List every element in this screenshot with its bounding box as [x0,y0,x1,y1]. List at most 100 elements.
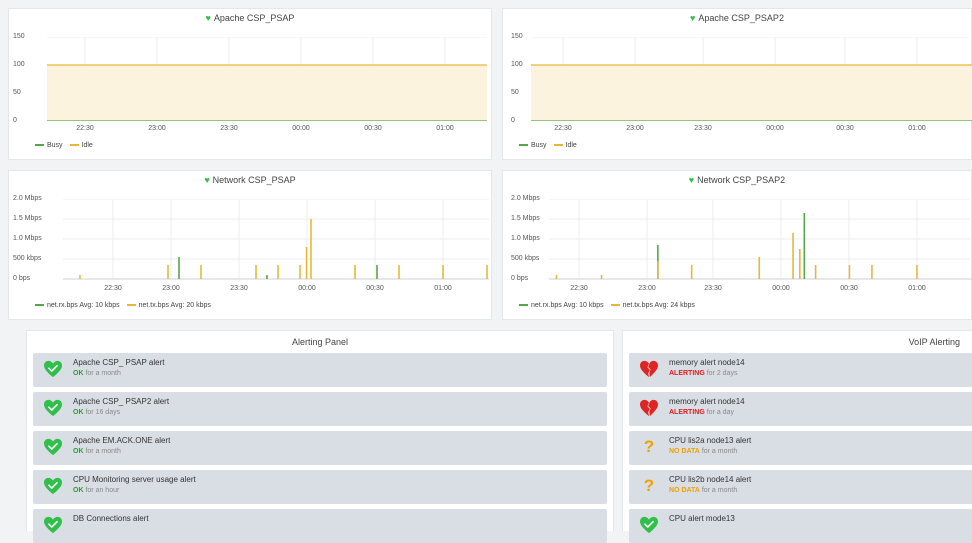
heart-icon [639,516,659,534]
x-tick: 00:00 [298,285,316,292]
legend-item-idle[interactable]: Idle [69,142,93,149]
alert-state: OK for a month [73,370,121,377]
legend: net.rx.bps Avg: 10 kbps net.tx.bps Avg: … [519,302,695,309]
alert-state-label: OK [73,448,84,455]
alert-duration: for an hour [85,487,120,494]
legend-item-rx[interactable]: net.rx.bps Avg: 10 kbps [35,302,120,309]
heart-icon [43,399,63,417]
alert-item[interactable]: CPU alert mode13 [629,509,972,543]
apache2-plot [531,37,972,121]
alert-item[interactable]: DB Connections alert [33,509,607,543]
alert-item[interactable]: Apache EM.ACK.ONE alert OK for a month [33,431,607,465]
network-csp-psap2-panel: ♥ Network CSP_PSAP2 2.0 Mbps 1.5 Mbps 1.0… [502,170,972,320]
bars [79,219,488,279]
heart-icon: ♥ [205,13,211,23]
legend-item-busy[interactable]: Busy [519,142,547,149]
panel-title[interactable]: ♥ Network CSP_PSAP [9,175,491,185]
alert-duration: for a day [706,409,734,416]
alert-state-label: NO DATA [669,487,700,494]
alert-name[interactable]: memory alert node14 [669,397,745,406]
panel-title[interactable]: VoIP Alerting [909,337,960,347]
alert-state: OK for 16 days [73,409,120,416]
x-tick: 00:00 [772,285,790,292]
alert-item[interactable]: Apache CSP_ PSAP2 alert OK for 16 days [33,392,607,426]
idle-area [47,65,487,121]
alert-state: OK for an hour [73,487,119,494]
alert-name[interactable]: CPU lis2a node13 alert [669,436,751,445]
alert-state: ALERTING for a day [669,409,734,416]
legend-item-idle[interactable]: Idle [553,142,577,149]
alert-state-label: ALERTING [669,409,705,416]
panel-title[interactable]: ♥ Network CSP_PSAP2 [503,175,971,185]
panel-title[interactable]: ♥ Apache CSP_PSAP2 [503,13,971,23]
alert-state-label: OK [73,409,84,416]
idle-area [531,65,972,121]
alert-name[interactable]: DB Connections alert [73,514,149,523]
panel-title[interactable]: ♥ Apache CSP_PSAP [9,13,491,23]
x-tick: 23:00 [148,125,166,132]
heart-icon: ♥ [688,175,695,185]
legend-item-rx[interactable]: net.rx.bps Avg: 10 kbps [519,302,604,309]
broken-heart-icon [639,399,659,417]
grid [549,199,972,279]
alert-duration: for 16 days [85,409,121,416]
panel-title[interactable]: Alerting Panel [27,337,613,347]
question-icon: ? [643,437,655,456]
alert-name[interactable]: CPU lis2b node14 alert [669,475,751,484]
alert-item[interactable]: ? CPU lis2b node14 alert NO DATA for a mon… [629,470,972,504]
x-tick: 00:30 [364,125,382,132]
alert-state-label: OK [73,487,84,494]
alert-item[interactable]: ? CPU lis2a node13 alert NO DATA for a mon… [629,431,972,465]
bars [555,213,918,279]
voip-alerting-panel: VoIP Alerting memory alert node14 ALERTIN… [622,330,972,543]
legend: Busy Idle [35,142,93,149]
alert-state: NO DATA for a month [669,487,737,494]
x-tick: 22:30 [570,285,588,292]
x-tick: 01:00 [436,125,454,132]
y-tick: 0 [13,117,17,124]
legend-item-tx[interactable]: net.tx.bps Avg: 20 kbps [126,302,211,309]
alert-state: ALERTING for 2 days [669,370,737,377]
y-tick: 50 [13,89,21,96]
alert-name[interactable]: CPU Monitoring server usage alert [73,475,196,484]
question-icon: ? [643,476,655,495]
net2-plot [549,199,972,280]
y-tick: 150 [13,33,25,40]
alert-duration: for a month [701,487,738,494]
broken-heart-icon [639,360,659,378]
alert-duration: for 2 days [706,370,738,377]
legend-item-busy[interactable]: Busy [35,142,63,149]
y-tick: 100 [13,61,25,68]
alert-name[interactable]: memory alert node14 [669,358,745,367]
x-tick: 00:30 [840,285,858,292]
alert-item[interactable]: memory alert node14 ALERTING for 2 days [629,353,972,387]
x-tick: 01:00 [908,125,926,132]
alert-state: OK for a month [73,448,121,455]
x-tick: 00:00 [766,125,784,132]
x-tick: 23:30 [220,125,238,132]
alert-item[interactable]: memory alert node14 ALERTING for a day [629,392,972,426]
alert-duration: for a month [701,448,738,455]
grid [63,199,489,279]
alerting-panel: Alerting Panel Apache CSP_ PSAP alert OK … [26,330,614,543]
alert-state-label: NO DATA [669,448,700,455]
apache1-plot [47,37,487,121]
alert-state-label: OK [73,370,84,377]
x-tick: 23:30 [694,125,712,132]
alert-name[interactable]: Apache EM.ACK.ONE alert [73,436,170,445]
alert-item[interactable]: CPU Monitoring server usage alert OK for … [33,470,607,504]
alert-name[interactable]: CPU alert mode13 [669,514,735,523]
x-tick: 22:30 [554,125,572,132]
legend: net.rx.bps Avg: 10 kbps net.tx.bps Avg: … [35,302,211,309]
alert-name[interactable]: Apache CSP_ PSAP2 alert [73,397,169,406]
heart-icon [43,516,63,534]
alert-state-label: ALERTING [669,370,705,377]
x-tick: 00:30 [836,125,854,132]
alert-name[interactable]: Apache CSP_ PSAP alert [73,358,164,367]
alert-duration: for a month [85,448,121,455]
legend-item-tx[interactable]: net.tx.bps Avg: 24 kbps [610,302,695,309]
alert-item[interactable]: Apache CSP_ PSAP alert OK for a month [33,353,607,387]
x-tick: 23:00 [162,285,180,292]
x-tick: 22:30 [76,125,94,132]
x-tick: 01:00 [434,285,452,292]
